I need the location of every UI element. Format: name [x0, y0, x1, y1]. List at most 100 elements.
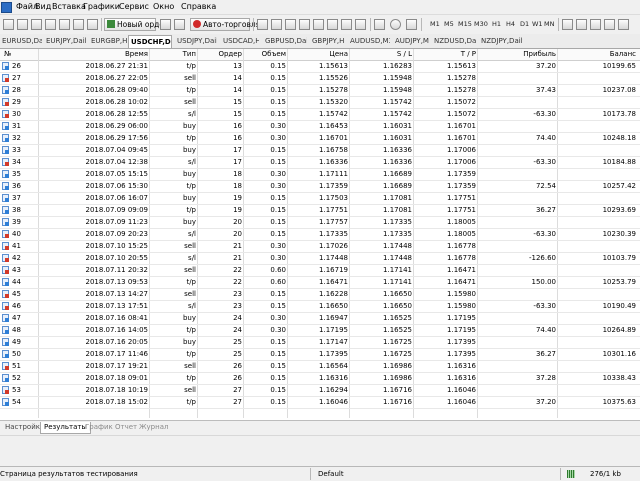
header-type[interactable]: Тип: [150, 49, 196, 60]
table-row[interactable]: 28 2018.06.28 09:40 t/p 14 0.15 1.15278 1.1594…: [0, 85, 640, 97]
chart-tab[interactable]: USDJPY,Daily: [175, 35, 217, 48]
table-row[interactable]: 42 2018.07.10 20:55 s/l 21 0.30 1.17448 1.1744…: [0, 253, 640, 265]
table-row[interactable]: 54 2018.07.18 15:02 t/p 27 0.15 1.16046 1.1671…: [0, 397, 640, 409]
table-row[interactable]: 26 2018.06.27 21:31 t/p 13 0.15 1.15613 1.1628…: [0, 61, 640, 73]
menu-charts[interactable]: Графики: [83, 2, 120, 12]
chart-tab[interactable]: NZDUSD,Daily: [432, 35, 476, 48]
chart-tab-active[interactable]: USDCHF,Daily: [128, 35, 172, 48]
menu-help[interactable]: Справка: [181, 2, 216, 12]
timeframe-d1[interactable]: D1: [520, 18, 529, 31]
cell-num: 27: [12, 74, 21, 82]
timeframe-m30[interactable]: M30: [474, 18, 488, 31]
trendline-icon[interactable]: [618, 19, 629, 30]
table-row[interactable]: 51 2018.07.17 19:21 sell 26 0.15 1.16564 1.169…: [0, 361, 640, 373]
header-tp[interactable]: T / P: [414, 49, 476, 60]
table-row[interactable]: 44 2018.07.13 09:53 t/p 22 0.60 1.16471 1.1714…: [0, 277, 640, 289]
menu-window[interactable]: Окно: [153, 2, 174, 12]
header-sl[interactable]: S / L: [350, 49, 412, 60]
market-watch-icon[interactable]: [31, 19, 42, 30]
table-row[interactable]: 36 2018.07.06 15:30 t/p 18 0.30 1.17359 1.1668…: [0, 181, 640, 193]
timeframe-h4[interactable]: H4: [506, 18, 515, 31]
table-row[interactable]: 33 2018.07.04 09:45 buy 17 0.15 1.16758 1.1633…: [0, 145, 640, 157]
chart-tab[interactable]: GBPUSD,Daily: [263, 35, 307, 48]
zoom-in-icon[interactable]: [299, 19, 310, 30]
table-row[interactable]: 29 2018.06.28 10:02 sell 15 0.15 1.15320 1.157…: [0, 97, 640, 109]
chart-tab[interactable]: EURJPY,Daily: [44, 35, 86, 48]
deal-type-icon: [2, 170, 9, 178]
table-row[interactable]: 38 2018.07.09 09:09 t/p 19 0.15 1.17751 1.1708…: [0, 205, 640, 217]
table-row[interactable]: 37 2018.07.06 16:07 buy 19 0.15 1.17503 1.1708…: [0, 193, 640, 205]
line-chart-icon[interactable]: [285, 19, 296, 30]
chart-tab[interactable]: NZDJPY,Daily: [479, 35, 523, 48]
terminal-icon[interactable]: [73, 19, 84, 30]
menu-view[interactable]: Вид: [35, 2, 51, 12]
chart-tab[interactable]: EURUSD,Daily: [0, 35, 42, 48]
tester-icon[interactable]: [87, 19, 98, 30]
chart-tab[interactable]: AUDUSD,M30: [348, 35, 390, 48]
crosshair-icon[interactable]: [562, 19, 573, 30]
tab-journal[interactable]: Журнал: [136, 422, 171, 434]
table-row[interactable]: 39 2018.07.09 11:23 buy 20 0.15 1.17757 1.1733…: [0, 217, 640, 229]
chart-tab[interactable]: USDCAD,H1: [221, 35, 259, 48]
autoscroll-icon[interactable]: [341, 19, 352, 30]
cursor-icon[interactable]: [576, 19, 587, 30]
table-row[interactable]: 46 2018.07.13 17:51 s/l 23 0.15 1.16650 1.1665…: [0, 301, 640, 313]
menu-tools[interactable]: Сервис: [119, 2, 149, 12]
timeframe-m15[interactable]: M15: [458, 18, 472, 31]
header-balance[interactable]: Баланс: [558, 49, 636, 60]
table-row[interactable]: 32 2018.06.29 17:56 t/p 16 0.30 1.16701 1.1603…: [0, 133, 640, 145]
header-volume[interactable]: Объем: [244, 49, 286, 60]
indicators-icon[interactable]: [374, 19, 385, 30]
tile-windows-icon[interactable]: [327, 19, 338, 30]
table-row[interactable]: 47 2018.07.16 08:41 buy 24 0.30 1.16947 1.1652…: [0, 313, 640, 325]
vertical-line-icon[interactable]: [590, 19, 601, 30]
table-row[interactable]: 52 2018.07.18 09:01 t/p 26 0.15 1.16316 1.1698…: [0, 373, 640, 385]
templates-icon[interactable]: [406, 19, 417, 30]
horizontal-line-icon[interactable]: [604, 19, 615, 30]
chart-tab[interactable]: AUDJPY,M5: [393, 35, 429, 48]
table-row[interactable]: 30 2018.06.28 12:55 s/l 15 0.15 1.15742 1.1574…: [0, 109, 640, 121]
table-row[interactable]: 48 2018.07.16 14:05 t/p 24 0.30 1.17195 1.1652…: [0, 325, 640, 337]
timeframe-w1[interactable]: W1: [532, 18, 543, 31]
header-order[interactable]: Ордер: [198, 49, 242, 60]
navigator-icon[interactable]: [59, 19, 70, 30]
alerts-icon[interactable]: [174, 19, 185, 30]
timeframe-m5[interactable]: M5: [444, 18, 454, 31]
bar-chart-icon[interactable]: [257, 19, 268, 30]
chart-shift-icon[interactable]: [355, 19, 366, 30]
table-row[interactable]: 40 2018.07.09 20:23 s/l 20 0.15 1.17335 1.1733…: [0, 229, 640, 241]
chart-tab[interactable]: EURGBP,H1: [89, 35, 127, 48]
new-order-button[interactable]: Новый ордер: [104, 18, 169, 31]
table-row[interactable]: 43 2018.07.11 20:32 sell 22 0.60 1.16719 1.171…: [0, 265, 640, 277]
meta-editor-icon[interactable]: [160, 19, 171, 30]
tab-graph[interactable]: График: [82, 422, 116, 434]
table-row[interactable]: 27 2018.06.27 22:05 sell 14 0.15 1.15526 1.159…: [0, 73, 640, 85]
table-row[interactable]: 31 2018.06.29 06:00 buy 16 0.30 1.16453 1.1603…: [0, 121, 640, 133]
timeframe-m1[interactable]: M1: [430, 18, 440, 31]
zoom-out-icon[interactable]: [313, 19, 324, 30]
header-price[interactable]: Цена: [288, 49, 348, 60]
cell-order: 25: [233, 350, 242, 358]
table-row[interactable]: 53 2018.07.18 10:19 sell 27 0.15 1.16294 1.167…: [0, 385, 640, 397]
periods-icon[interactable]: [390, 19, 401, 30]
cell-balance: 10248.18: [602, 134, 636, 142]
table-row[interactable]: 41 2018.07.10 15:25 sell 21 0.30 1.17026 1.174…: [0, 241, 640, 253]
autotrading-button[interactable]: Авто-торговля: [190, 18, 260, 31]
header-time[interactable]: Время: [40, 49, 148, 60]
cell-time: 2018.07.13 14:27: [85, 290, 148, 298]
candlesticks-icon[interactable]: [271, 19, 282, 30]
header-profit[interactable]: Прибыль: [478, 49, 556, 60]
chart-tab[interactable]: GBPJPY,H4: [310, 35, 344, 48]
profiles-icon[interactable]: [17, 19, 28, 30]
data-window-icon[interactable]: [45, 19, 56, 30]
table-row[interactable]: 35 2018.07.05 15:15 buy 18 0.30 1.17111 1.1668…: [0, 169, 640, 181]
table-row[interactable]: 34 2018.07.04 12:38 s/l 17 0.15 1.16336 1.1633…: [0, 157, 640, 169]
table-row[interactable]: 49 2018.07.16 20:05 buy 25 0.15 1.17147 1.1672…: [0, 337, 640, 349]
menu-insert[interactable]: Вставка: [52, 2, 86, 12]
timeframe-mn[interactable]: MN: [544, 18, 554, 31]
header-num[interactable]: №: [4, 49, 24, 60]
timeframe-h1[interactable]: H1: [492, 18, 501, 31]
table-row[interactable]: 50 2018.07.17 11:46 t/p 25 0.15 1.17395 1.1672…: [0, 349, 640, 361]
table-row[interactable]: 45 2018.07.13 14:27 sell 23 0.15 1.16228 1.166…: [0, 289, 640, 301]
new-chart-icon[interactable]: [3, 19, 14, 30]
